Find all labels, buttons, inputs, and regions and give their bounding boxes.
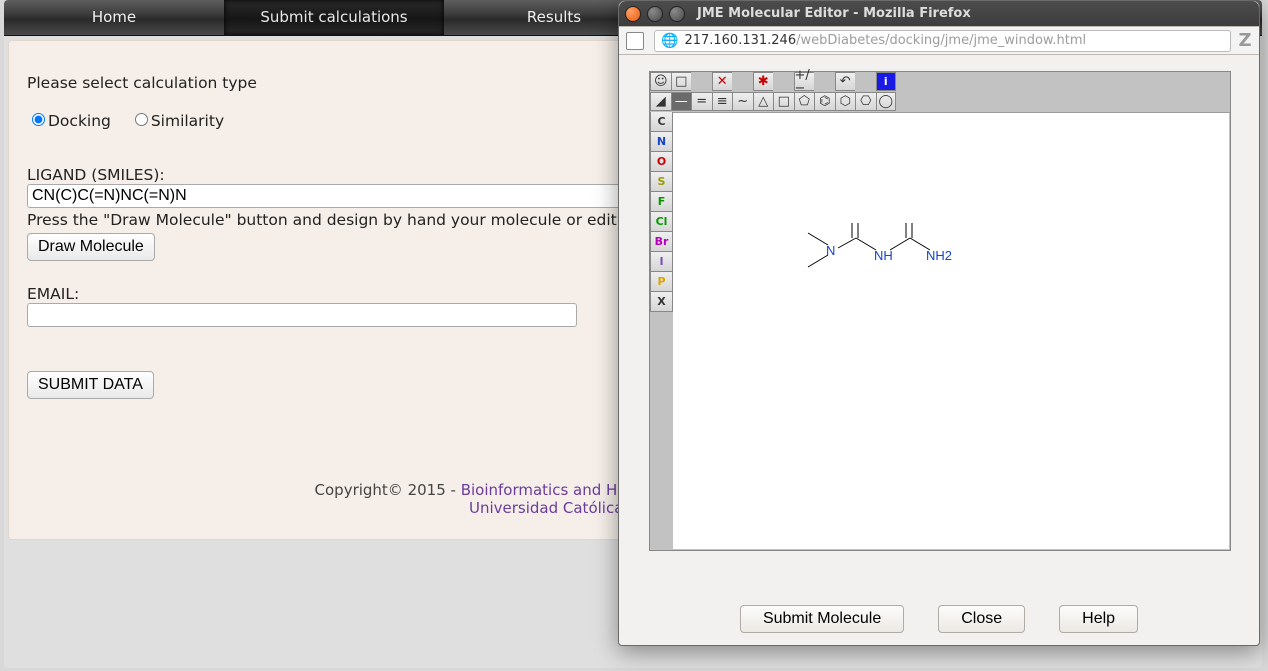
url-host: 217.160.131.246 [684, 33, 796, 48]
radio-similarity[interactable] [135, 113, 148, 126]
ring6-icon[interactable]: ⬡ [835, 92, 856, 111]
atom-label-NH2: NH2 [926, 248, 952, 263]
jme-element-column: C N O S F Cl Br I P X [650, 112, 672, 312]
clear-icon[interactable]: □ [671, 72, 692, 91]
radio-docking-label[interactable]: Docking [27, 112, 111, 130]
element-Cl[interactable]: Cl [650, 212, 673, 232]
email-input[interactable] [27, 303, 577, 327]
radio-docking[interactable] [32, 113, 45, 126]
url-path: /webDiabetes/docking/jme/jme_window.html [796, 33, 1086, 48]
benzene-icon[interactable]: ⌬ [814, 92, 835, 111]
element-S[interactable]: S [650, 172, 673, 192]
element-X[interactable]: X [650, 292, 673, 312]
element-Br[interactable]: Br [650, 232, 673, 252]
delete-icon[interactable]: ✕ [712, 72, 733, 91]
jme-popup-window: JME Molecular Editor - Mozilla Firefox 🌐… [618, 0, 1260, 646]
ring4-icon[interactable]: □ [773, 92, 794, 111]
double-bond-icon[interactable]: = [691, 92, 712, 111]
tool-gap5 [855, 72, 876, 91]
globe-icon: 🌐 [661, 33, 678, 49]
element-I[interactable]: I [650, 252, 673, 272]
element-O[interactable]: O [650, 152, 673, 172]
popup-button-row: Submit Molecule Close Help [619, 605, 1259, 633]
submit-data-button[interactable]: SUBMIT DATA [27, 371, 154, 399]
window-titlebar[interactable]: JME Molecular Editor - Mozilla Firefox [619, 1, 1259, 26]
molecule-drawing: N NH NH2 [808, 223, 978, 297]
info-icon[interactable]: i [876, 72, 897, 91]
tool-gap2 [732, 72, 753, 91]
stereo-bond-icon[interactable]: ◢ [650, 92, 671, 111]
undo-icon[interactable]: ↶ [835, 72, 856, 91]
radio-similarity-text: Similarity [151, 112, 224, 130]
element-N[interactable]: N [650, 132, 673, 152]
delete-group-icon[interactable]: ✱ [753, 72, 774, 91]
element-P[interactable]: P [650, 272, 673, 292]
triple-bond-icon[interactable]: ≡ [712, 92, 733, 111]
help-button[interactable]: Help [1059, 605, 1138, 633]
browser-addressbar: 🌐 217.160.131.246/webDiabetes/docking/jm… [619, 26, 1259, 55]
window-maximize-icon[interactable] [669, 6, 685, 22]
radio-similarity-label[interactable]: Similarity [130, 112, 224, 130]
element-C[interactable]: C [650, 112, 673, 132]
jme-canvas[interactable]: N NH NH2 [673, 113, 1229, 549]
tool-gap4 [814, 72, 835, 91]
ring5-icon[interactable]: ⬠ [794, 92, 815, 111]
radio-docking-text: Docking [48, 112, 111, 130]
tab-home[interactable]: Home [4, 0, 224, 35]
jme-toolbar: ☺ □ ✕ ✱ +/− ↶ i ◢ — = ≡ ~ △ □ [650, 72, 1230, 113]
ring3-icon[interactable]: △ [753, 92, 774, 111]
ring7-icon[interactable]: ⎔ [855, 92, 876, 111]
single-bond-icon[interactable]: — [671, 92, 692, 111]
charge-icon[interactable]: +/− [794, 72, 815, 91]
smiley-icon[interactable]: ☺ [650, 72, 671, 91]
window-minimize-icon[interactable] [647, 6, 663, 22]
element-F[interactable]: F [650, 192, 673, 212]
draw-molecule-button[interactable]: Draw Molecule [27, 233, 155, 261]
tool-gap3 [773, 72, 794, 91]
tool-gap1 [691, 72, 712, 91]
window-title: JME Molecular Editor - Mozilla Firefox [697, 6, 971, 21]
tab-submit-calculations[interactable]: Submit calculations [224, 0, 444, 35]
jme-applet: ☺ □ ✕ ✱ +/− ↶ i ◢ — = ≡ ~ △ □ [649, 71, 1231, 551]
ring8-icon[interactable]: ◯ [876, 92, 897, 111]
submit-molecule-button[interactable]: Submit Molecule [740, 605, 904, 633]
atom-label-NH: NH [874, 248, 893, 263]
window-close-icon[interactable] [625, 6, 641, 22]
chain-icon[interactable]: ~ [732, 92, 753, 111]
atom-label-N: N [826, 243, 835, 258]
site-identity-icon[interactable] [626, 32, 644, 50]
zotero-icon[interactable]: Z [1235, 30, 1255, 51]
url-input[interactable]: 🌐 217.160.131.246/webDiabetes/docking/jm… [654, 30, 1231, 52]
copyright-text: Copyright© 2015 - [315, 481, 461, 499]
close-button[interactable]: Close [938, 605, 1025, 633]
